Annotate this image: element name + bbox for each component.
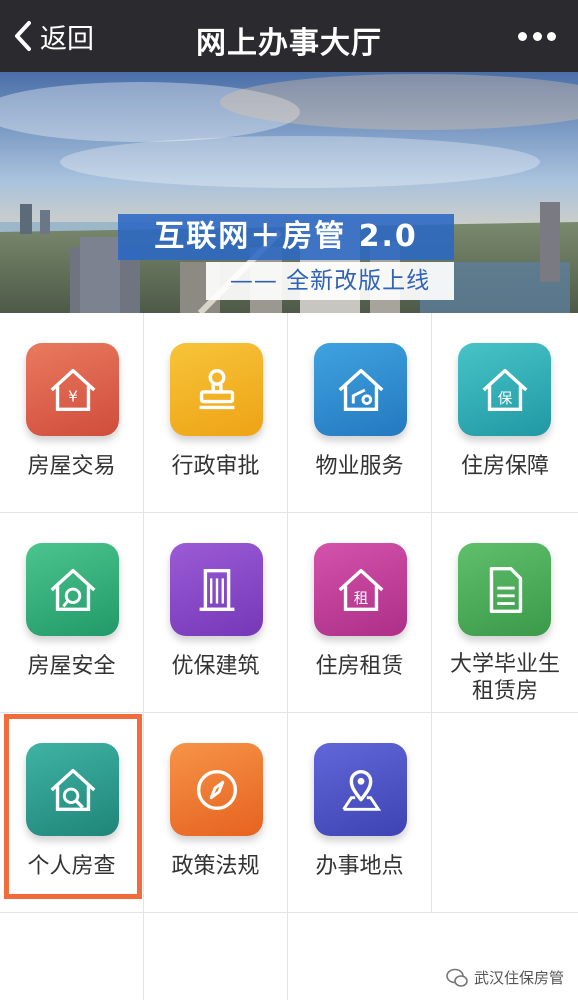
location-map-icon — [314, 743, 407, 836]
menu-item-quality-building[interactable]: 优保建筑 — [144, 513, 288, 713]
menu-label: 房屋交易 — [27, 454, 116, 479]
menu-label: 住房租赁 — [315, 654, 404, 679]
document-icon — [458, 543, 551, 636]
top-navbar: 返回 网上办事大厅 — [0, 0, 578, 72]
menu-label: 优保建筑 — [171, 654, 260, 679]
house-rent-icon: 租 — [314, 543, 407, 636]
dot-icon — [532, 31, 542, 41]
menu-label: 政策法规 — [171, 854, 260, 879]
more-menu-button[interactable] — [518, 30, 556, 42]
house-yen-icon: ¥ — [26, 343, 119, 436]
stamp-icon — [170, 343, 263, 436]
house-safety-icon — [26, 543, 119, 636]
compass-icon — [170, 743, 263, 836]
menu-item-admin-approval[interactable]: 行政审批 — [144, 313, 288, 513]
svg-text:租: 租 — [353, 590, 368, 607]
menu-item-graduate-rental[interactable]: 大学毕业生 租赁房 — [432, 513, 578, 713]
watermark-text: 武汉住保房管 — [473, 969, 564, 987]
menu-label: 住房保障 — [460, 454, 549, 479]
account-watermark: 武汉住保房管 — [446, 967, 564, 988]
dot-icon — [518, 31, 527, 41]
banner-subtitle: —— 全新改版上线 — [206, 262, 454, 300]
wechat-icon — [446, 968, 468, 987]
menu-label: 办事地点 — [315, 854, 404, 879]
house-service-icon — [314, 343, 407, 436]
svg-text:保: 保 — [497, 390, 512, 407]
svg-text:¥: ¥ — [68, 387, 78, 405]
empty-grid-cell — [288, 913, 432, 1000]
empty-grid-cell — [0, 913, 144, 1000]
dot-icon — [547, 31, 556, 41]
menu-label: 物业服务 — [315, 454, 404, 479]
menu-label: 大学毕业生 租赁房 — [432, 651, 578, 705]
menu-item-property-service[interactable]: 物业服务 — [288, 313, 432, 513]
empty-grid-cell — [144, 913, 288, 1000]
menu-label: 行政审批 — [171, 454, 260, 479]
menu-label: 房屋安全 — [27, 654, 116, 679]
page-title: 网上办事大厅 — [196, 26, 382, 61]
menu-label-line: 租赁房 — [471, 679, 538, 704]
house-bao-icon: 保 — [458, 343, 551, 436]
menu-item-policy-regulations[interactable]: 政策法规 — [144, 713, 288, 913]
menu-item-house-trade[interactable]: ¥ 房屋交易 — [0, 313, 144, 513]
empty-grid-cell — [432, 713, 578, 913]
menu-label-line: 大学毕业生 — [449, 652, 560, 677]
menu-item-house-safety[interactable]: 房屋安全 — [0, 513, 144, 713]
promo-banner[interactable]: 互联网＋房管 2.0 —— 全新改版上线 — [0, 72, 578, 313]
banner-title: 互联网＋房管 2.0 — [118, 214, 454, 260]
menu-item-housing-rental[interactable]: 租 住房租赁 — [288, 513, 432, 713]
highlight-frame — [4, 714, 142, 899]
menu-item-service-locations[interactable]: 办事地点 — [288, 713, 432, 913]
building-icon — [170, 543, 263, 636]
menu-item-housing-security[interactable]: 保 住房保障 — [432, 313, 578, 513]
